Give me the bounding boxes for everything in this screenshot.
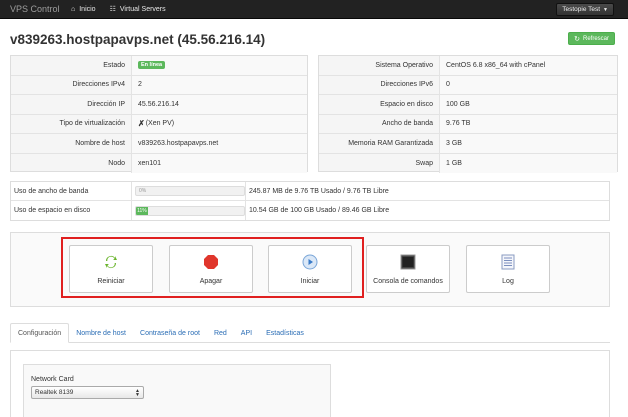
info-value: xen101 bbox=[131, 153, 307, 173]
tab-estadisticas[interactable]: Estadísticas bbox=[259, 323, 311, 343]
info-row-virtualization: Tipo de virtualización ✗ (Xen PV) bbox=[11, 114, 307, 134]
usage-row-disk: Uso de espacio en disco 11% 10.54 GB de … bbox=[11, 201, 609, 220]
server-info-panel-left: Estado En línea Direcciones IPv4 2 Direc… bbox=[10, 55, 308, 173]
info-value: En línea bbox=[131, 56, 307, 75]
console-button[interactable]: Consola de comandos bbox=[366, 245, 450, 293]
log-icon bbox=[500, 254, 516, 270]
info-label: Dirección IP bbox=[87, 100, 125, 108]
disk-progress-bar: 11% bbox=[135, 205, 245, 216]
info-label: Tipo de virtualización bbox=[59, 120, 126, 128]
info-row-estado: Estado En línea bbox=[11, 56, 307, 76]
usage-text: 10.54 GB de 100 GB Usado / 89.46 GB Libr… bbox=[245, 201, 389, 220]
info-row-ipv6: Direcciones IPv6 0 bbox=[319, 75, 617, 95]
select-arrows-icon: ▲ ▼ bbox=[135, 388, 140, 398]
usage-bar-cell: 11% bbox=[131, 201, 245, 220]
log-button[interactable]: Log bbox=[466, 245, 550, 293]
home-icon: ⌂ bbox=[71, 5, 76, 13]
top-navbar: VPS Control ⌂ Inicio ☷ Virtual Servers T… bbox=[0, 0, 628, 19]
bandwidth-progress-bar: 0% bbox=[135, 186, 245, 196]
page-title: v839263.hostpapavps.net (45.56.216.14) bbox=[10, 32, 266, 47]
brand-logo[interactable]: VPS Control bbox=[0, 4, 64, 14]
info-value: 9.76 TB bbox=[439, 114, 617, 133]
network-card-select[interactable]: Realtek 8139 ▲ ▼ bbox=[31, 386, 144, 399]
server-info-panel-right: Sistema Operativo CentOS 6.8 x86_64 with… bbox=[318, 55, 618, 173]
info-row-swap: Swap 1 GB bbox=[319, 153, 617, 173]
info-value: 3 GB bbox=[439, 134, 617, 153]
network-card-value: Realtek 8139 bbox=[35, 389, 74, 396]
settings-tabs: Configuración Nombre de host Contraseña … bbox=[10, 323, 610, 343]
action-label: Consola de comandos bbox=[373, 278, 443, 285]
network-card-label: Network Card bbox=[31, 376, 74, 383]
info-row-ip: Dirección IP 45.56.216.14 bbox=[11, 95, 307, 115]
refresh-button[interactable]: ↻ Refrescar bbox=[568, 32, 615, 45]
info-value: 45.56.216.14 bbox=[131, 95, 307, 114]
nav-link-virtual-servers[interactable]: ☷ Virtual Servers bbox=[103, 0, 173, 19]
info-row-os: Sistema Operativo CentOS 6.8 x86_64 with… bbox=[319, 56, 617, 76]
console-icon bbox=[400, 254, 416, 270]
virtualization-text: (Xen PV) bbox=[145, 120, 175, 128]
info-label: Direcciones IPv4 bbox=[72, 81, 125, 89]
info-row-bandwidth: Ancho de banda 9.76 TB bbox=[319, 114, 617, 134]
info-label: Swap bbox=[415, 159, 433, 167]
usage-text: 245.87 MB de 9.76 TB Usado / 9.76 TB Lib… bbox=[245, 182, 389, 200]
info-value: 100 GB bbox=[439, 95, 617, 114]
progress-fill: 11% bbox=[136, 206, 148, 215]
info-value: 2 bbox=[131, 75, 307, 94]
info-row-node: Nodo xen101 bbox=[11, 153, 307, 173]
info-label: Memoria RAM Garantizada bbox=[348, 139, 433, 147]
highlight-box bbox=[61, 237, 364, 298]
tab-configuracion[interactable]: Configuración bbox=[10, 323, 70, 343]
usage-label: Uso de ancho de banda bbox=[14, 187, 89, 195]
usage-bar-cell: 0% bbox=[131, 182, 245, 200]
info-value: v839263.hostpapavps.net bbox=[131, 134, 307, 153]
info-label: Ancho de banda bbox=[382, 120, 433, 128]
info-row-hostname: Nombre de host v839263.hostpapavps.net bbox=[11, 134, 307, 154]
refresh-label: Refrescar bbox=[582, 35, 609, 42]
action-label: Log bbox=[502, 278, 514, 285]
user-name: Testopie Test bbox=[562, 6, 601, 13]
info-value: CentOS 6.8 x86_64 with cPanel bbox=[439, 56, 617, 75]
tab-contrasena-root[interactable]: Contraseña de root bbox=[133, 323, 207, 343]
info-row-ipv4: Direcciones IPv4 2 bbox=[11, 75, 307, 95]
info-row-disk: Espacio en disco 100 GB bbox=[319, 95, 617, 115]
tab-api[interactable]: API bbox=[234, 323, 259, 343]
nav-link-label: Virtual Servers bbox=[119, 5, 166, 13]
xen-icon: ✗ bbox=[138, 119, 145, 129]
info-label: Nodo bbox=[108, 159, 125, 167]
grid-icon: ☷ bbox=[109, 6, 116, 13]
progress-text: 0% bbox=[139, 188, 147, 194]
usage-row-bandwidth: Uso de ancho de banda 0% 245.87 MB de 9.… bbox=[11, 182, 609, 201]
info-value: 0 bbox=[439, 75, 617, 94]
info-value: ✗ (Xen PV) bbox=[131, 114, 307, 133]
usage-label: Uso de espacio en disco bbox=[14, 207, 91, 214]
nav-link-inicio[interactable]: ⌂ Inicio bbox=[64, 0, 103, 19]
info-label: Estado bbox=[103, 61, 125, 69]
refresh-icon: ↻ bbox=[574, 35, 580, 43]
nav-link-label: Inicio bbox=[79, 5, 96, 13]
caret-down-icon: ▼ bbox=[603, 6, 608, 13]
info-label: Sistema Operativo bbox=[375, 61, 433, 69]
info-row-ram: Memoria RAM Garantizada 3 GB bbox=[319, 134, 617, 154]
status-badge: En línea bbox=[138, 61, 166, 70]
info-label: Nombre de host bbox=[75, 139, 125, 147]
info-label: Direcciones IPv6 bbox=[380, 81, 433, 89]
tab-nombre-de-host[interactable]: Nombre de host bbox=[69, 323, 133, 343]
info-label: Espacio en disco bbox=[380, 100, 433, 108]
info-value: 1 GB bbox=[439, 153, 617, 173]
usage-table: Uso de ancho de banda 0% 245.87 MB de 9.… bbox=[10, 181, 610, 221]
tab-red[interactable]: Red bbox=[207, 323, 234, 343]
user-menu-button[interactable]: Testopie Test ▼ bbox=[556, 3, 614, 16]
